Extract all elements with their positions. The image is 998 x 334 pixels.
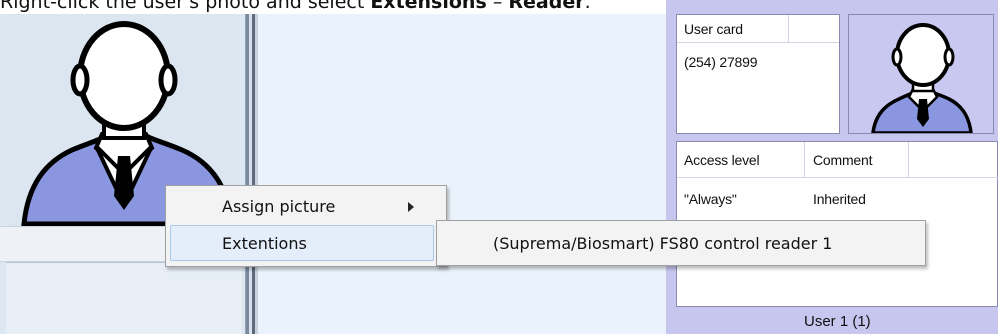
user-avatar-icon bbox=[871, 23, 973, 135]
panel-splitter[interactable] bbox=[246, 14, 258, 334]
instruction-extensions: Extensions bbox=[370, 0, 487, 13]
submenu-arrow-icon bbox=[408, 202, 414, 212]
instruction-separator: – bbox=[486, 0, 509, 13]
column-separator bbox=[908, 142, 909, 178]
user-name-label: User 1 (1) bbox=[804, 313, 871, 330]
user-card-column-header[interactable]: User card bbox=[684, 21, 743, 37]
center-area bbox=[258, 14, 666, 334]
menu-item-label: Extentions bbox=[222, 234, 307, 253]
instruction-prefix: Right-click the user's photo and select bbox=[0, 0, 371, 13]
column-header-comment[interactable]: Comment bbox=[813, 152, 872, 168]
comment-cell[interactable]: Inherited bbox=[813, 191, 866, 207]
user-card-value[interactable]: (254) 27899 bbox=[684, 54, 758, 70]
instruction-reader: Reader bbox=[508, 0, 585, 13]
column-separator bbox=[788, 15, 789, 43]
left-lower-area bbox=[6, 262, 242, 334]
instruction-suffix: . bbox=[584, 0, 591, 13]
column-separator bbox=[804, 142, 805, 178]
menu-item-label: Assign picture bbox=[222, 197, 336, 216]
column-header-access-level[interactable]: Access level bbox=[684, 152, 760, 168]
access-level-cell[interactable]: "Always" bbox=[684, 191, 737, 207]
user-photo-thumbnail[interactable] bbox=[848, 14, 994, 135]
instruction-text: Right-click the user's photo and select … bbox=[0, 0, 591, 13]
menu-item-label: (Suprema/Biosmart) FS80 control reader 1 bbox=[493, 234, 833, 253]
